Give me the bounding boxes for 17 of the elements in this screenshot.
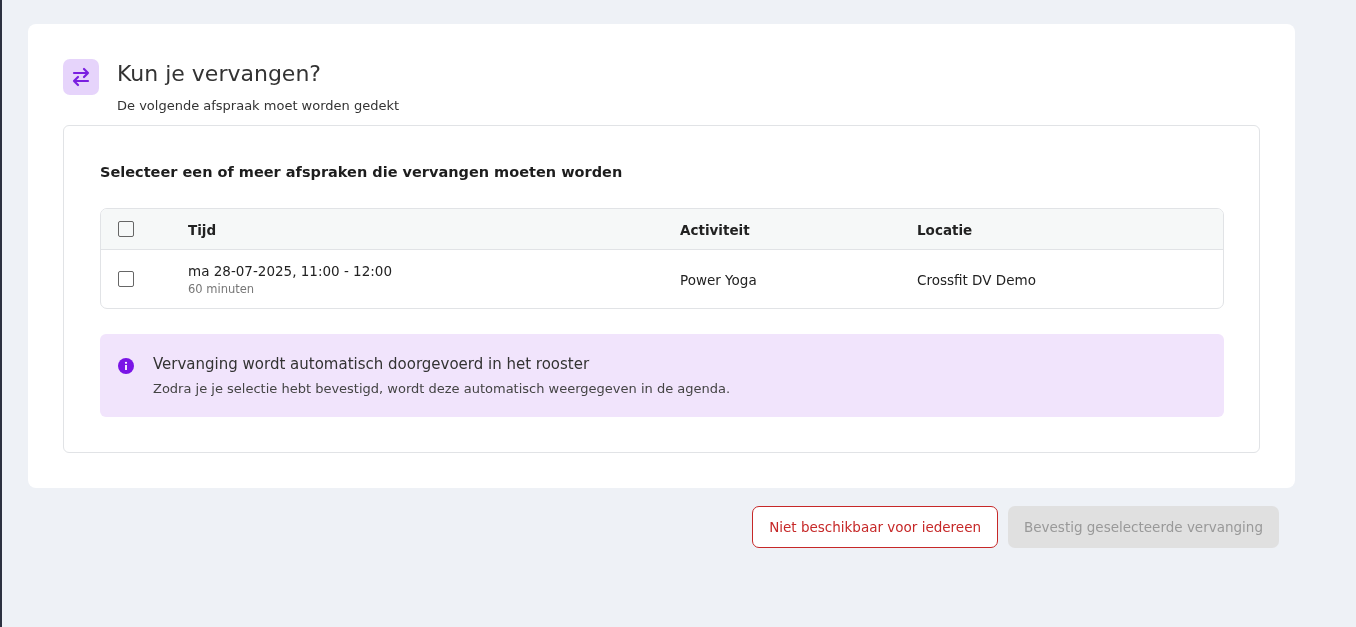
column-header: Activiteit: [680, 221, 750, 238]
row-checkbox[interactable]: [118, 271, 134, 287]
column-header: Tijd: [188, 221, 217, 238]
banner-text: Zodra je je selectie hebt bevestigd, wordt deze automatisch weergegeven in de agenda.: [153, 381, 731, 396]
table-cell: Crossfit DV Demo: [917, 271, 1036, 288]
table-cell-text: ma 28-07-2025, 11:00 - 12:00: [188, 262, 394, 279]
instruction-text: Selecteer een of meer afspraken die vervangen moeten worden: [100, 164, 624, 180]
duration-text: 60 minuten: [188, 281, 256, 296]
info-icon: [118, 358, 134, 374]
dialog-subtitle: De volgende afspraak moet worden gedekt: [117, 98, 400, 113]
select-all-checkbox[interactable]: [118, 221, 134, 237]
column-header: Locatie: [917, 221, 973, 238]
action-button[interactable]: Niet beschikbaar voor iedereen: [752, 506, 998, 548]
table-cell: Power Yoga: [680, 271, 757, 288]
dialog-title: Kun je vervangen?: [117, 60, 322, 88]
banner-title: Vervanging wordt automatisch doorgevoerd in het rooster: [153, 355, 591, 373]
swap-arrows-icon: [63, 59, 99, 95]
